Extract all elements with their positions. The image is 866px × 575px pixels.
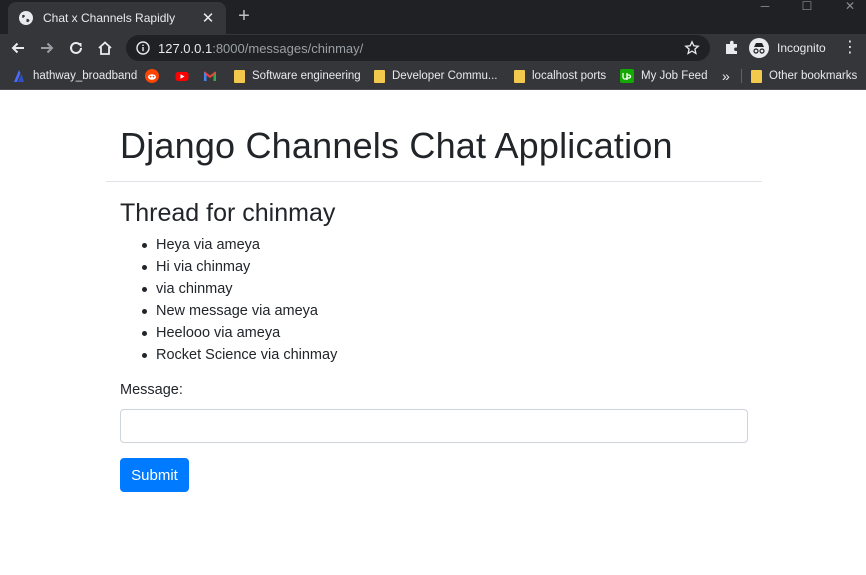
home-button[interactable]	[93, 36, 117, 60]
hathway-icon	[14, 70, 24, 82]
url-text: 127.0.0.1:8000/messages/chinmay/	[158, 40, 364, 56]
maximize-icon[interactable]: ☐	[793, 0, 821, 16]
home-icon	[98, 41, 112, 55]
folder-icon	[514, 69, 525, 83]
new-tab-icon[interactable]: +	[232, 4, 256, 28]
tab-close-icon[interactable]: ✕	[196, 6, 220, 30]
minimize-icon[interactable]: ─	[751, 0, 779, 16]
bookmark-folder-developer-community[interactable]: Developer Commu...	[374, 66, 497, 86]
browser-titlebar: Chat x Channels Rapidly ✕ + ─ ☐ ✕	[0, 0, 866, 34]
message-list: Heya via ameya Hi via chinmay via chinma…	[141, 235, 337, 367]
browser-menu-icon[interactable]: ⋮	[840, 36, 860, 60]
message-item: Hi via chinmay	[141, 257, 337, 279]
info-icon	[136, 41, 150, 55]
bookmarks-overflow-chevron-icon[interactable]: »	[722, 66, 730, 86]
bookmark-my-job-feed[interactable]: My Job Feed	[620, 66, 707, 86]
incognito-icon	[749, 38, 769, 58]
message-item: via chinmay	[141, 279, 337, 301]
reload-button[interactable]	[64, 36, 88, 60]
address-bar[interactable]: 127.0.0.1:8000/messages/chinmay/	[126, 35, 710, 61]
reload-icon	[70, 41, 82, 54]
bookmark-other-bookmarks[interactable]: Other bookmarks	[751, 66, 857, 86]
bookmarks-divider	[741, 69, 742, 83]
bookmark-star-icon[interactable]	[684, 40, 700, 56]
tab-title: Chat x Channels Rapidly	[43, 11, 176, 25]
folder-icon	[234, 69, 245, 83]
bookmark-youtube[interactable]	[175, 66, 189, 86]
message-input[interactable]	[120, 409, 748, 443]
folder-icon	[751, 69, 762, 83]
message-item: New message via ameya	[141, 301, 337, 323]
message-item: Heya via ameya	[141, 235, 337, 257]
bookmark-gmail[interactable]	[203, 66, 217, 86]
page-title: Django Channels Chat Application	[120, 125, 673, 166]
bookmark-folder-software-engineering[interactable]: Software engineering	[234, 66, 361, 86]
bookmark-reddit[interactable]	[145, 66, 159, 86]
bookmark-folder-localhost-ports[interactable]: localhost ports	[514, 66, 606, 86]
youtube-icon	[175, 72, 189, 81]
message-item: Heelooo via ameya	[141, 323, 337, 345]
message-label: Message:	[120, 382, 183, 398]
reddit-icon	[145, 69, 159, 83]
title-divider	[106, 181, 762, 182]
arrow-left-icon	[11, 42, 24, 54]
page-content: Django Channels Chat Application Thread …	[0, 91, 866, 575]
globe-icon	[19, 11, 33, 25]
incognito-label: Incognito	[777, 41, 826, 55]
bookmarks-bar: hathway_broadband Software engineering D…	[0, 62, 866, 90]
upwork-icon	[620, 69, 634, 83]
browser-toolbar: 127.0.0.1:8000/messages/chinmay/ Incogni…	[0, 34, 866, 62]
submit-button[interactable]: Submit	[120, 458, 189, 492]
extensions-puzzle-icon[interactable]	[722, 38, 742, 58]
thread-title: Thread for chinmay	[120, 199, 336, 227]
message-item: Rocket Science via chinmay	[141, 345, 337, 367]
close-window-icon[interactable]: ✕	[836, 0, 864, 16]
gmail-icon	[204, 71, 216, 81]
browser-tab[interactable]: Chat x Channels Rapidly ✕	[8, 2, 226, 34]
arrow-right-icon	[41, 42, 54, 54]
forward-button[interactable]	[35, 36, 59, 60]
bookmark-hathway[interactable]: hathway_broadband	[12, 66, 137, 86]
incognito-profile-button[interactable]: Incognito	[749, 36, 826, 60]
back-button[interactable]	[6, 36, 30, 60]
folder-icon	[374, 69, 385, 83]
